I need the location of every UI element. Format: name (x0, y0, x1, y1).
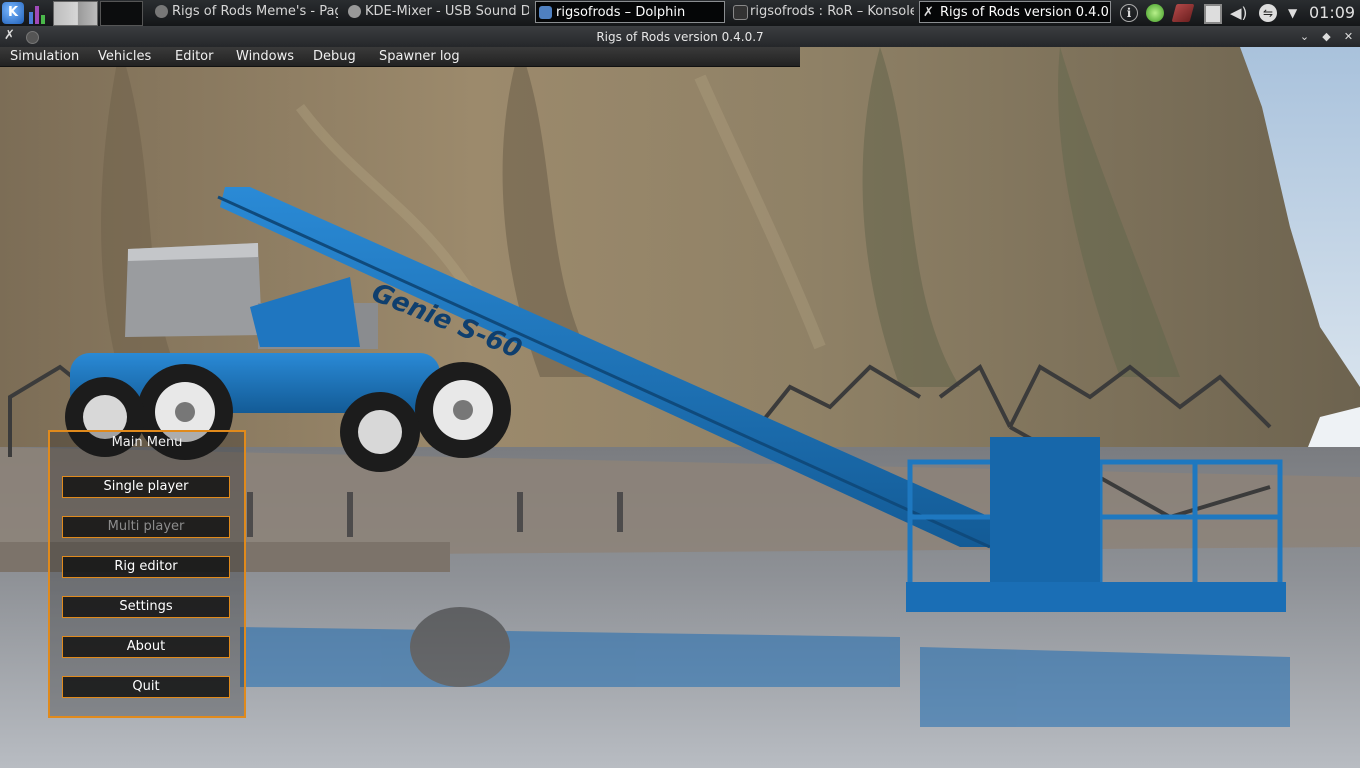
menu-simulation[interactable]: Simulation (10, 47, 79, 66)
task-dolphin[interactable]: rigsofrods – Dolphin (535, 1, 725, 23)
kde-k-menu-icon[interactable]: K (2, 2, 24, 24)
desktop-pager-1[interactable] (53, 1, 98, 26)
maximize-button[interactable]: ◆ (1319, 30, 1334, 44)
settings-button[interactable]: Settings (62, 596, 230, 618)
sdcard-icon[interactable] (1171, 4, 1195, 22)
task-label: KDE-Mixer - USB Sound De (365, 4, 529, 19)
minimize-button[interactable]: ⌄ (1297, 30, 1312, 44)
main-menu-title: Main Menu (111, 435, 183, 450)
menu-debug[interactable]: Debug (313, 47, 356, 66)
task-browser[interactable]: Rigs of Rods Meme's - Pag (152, 1, 338, 23)
task-label: Rigs of Rods version 0.4.0 (940, 5, 1109, 20)
menu-editor[interactable]: Editor (175, 47, 213, 66)
system-monitor-icon[interactable] (28, 4, 48, 24)
mixer-icon (348, 5, 361, 18)
folder-icon (539, 6, 552, 19)
task-label: rigsofrods : RoR – Konsole (750, 4, 914, 19)
task-label: rigsofrods – Dolphin (556, 5, 686, 20)
task-mixer[interactable]: KDE-Mixer - USB Sound De (345, 1, 529, 23)
terminal-icon (733, 5, 748, 20)
tray-expand-icon[interactable]: ▼ (1288, 4, 1306, 22)
multi-player-button[interactable]: Multi player (62, 516, 230, 538)
clock[interactable]: 01:09 (1309, 1, 1355, 25)
game-menubar: Simulation Vehicles Editor Windows Debug… (0, 47, 800, 67)
rig-editor-button[interactable]: Rig editor (62, 556, 230, 578)
window-title: Rigs of Rods version 0.4.0.7 (596, 30, 764, 44)
browser-icon (155, 5, 168, 18)
info-icon[interactable]: i (1120, 4, 1138, 22)
main-menu-panel: Main Menu Single player Multi player Rig… (48, 430, 246, 718)
menu-spawner-log[interactable]: Spawner log (379, 47, 460, 66)
task-ror[interactable]: ✗ Rigs of Rods version 0.4.0 (919, 1, 1111, 23)
usb-icon[interactable]: ⇋ (1259, 4, 1277, 22)
menu-vehicles[interactable]: Vehicles (98, 47, 151, 66)
quit-button[interactable]: Quit (62, 676, 230, 698)
task-label: Rigs of Rods Meme's - Pag (172, 4, 338, 19)
task-konsole[interactable]: rigsofrods : RoR – Konsole (730, 1, 914, 23)
desktop-pager-2[interactable] (100, 1, 143, 26)
single-player-button[interactable]: Single player (62, 476, 230, 498)
clipboard-icon[interactable] (1204, 4, 1222, 24)
ror-icon: ✗ (923, 5, 934, 20)
window-titlebar[interactable]: ✗ Rigs of Rods version 0.4.0.7 ⌄ ◆ ✕ (0, 27, 1360, 47)
network-icon[interactable] (1146, 4, 1164, 22)
volume-icon[interactable]: ◀) (1230, 4, 1248, 22)
close-button[interactable]: ✕ (1341, 30, 1356, 44)
menu-windows[interactable]: Windows (236, 47, 294, 66)
about-button[interactable]: About (62, 636, 230, 658)
kde-taskbar: K Rigs of Rods Meme's - Pag KDE-Mixer - … (0, 0, 1360, 27)
